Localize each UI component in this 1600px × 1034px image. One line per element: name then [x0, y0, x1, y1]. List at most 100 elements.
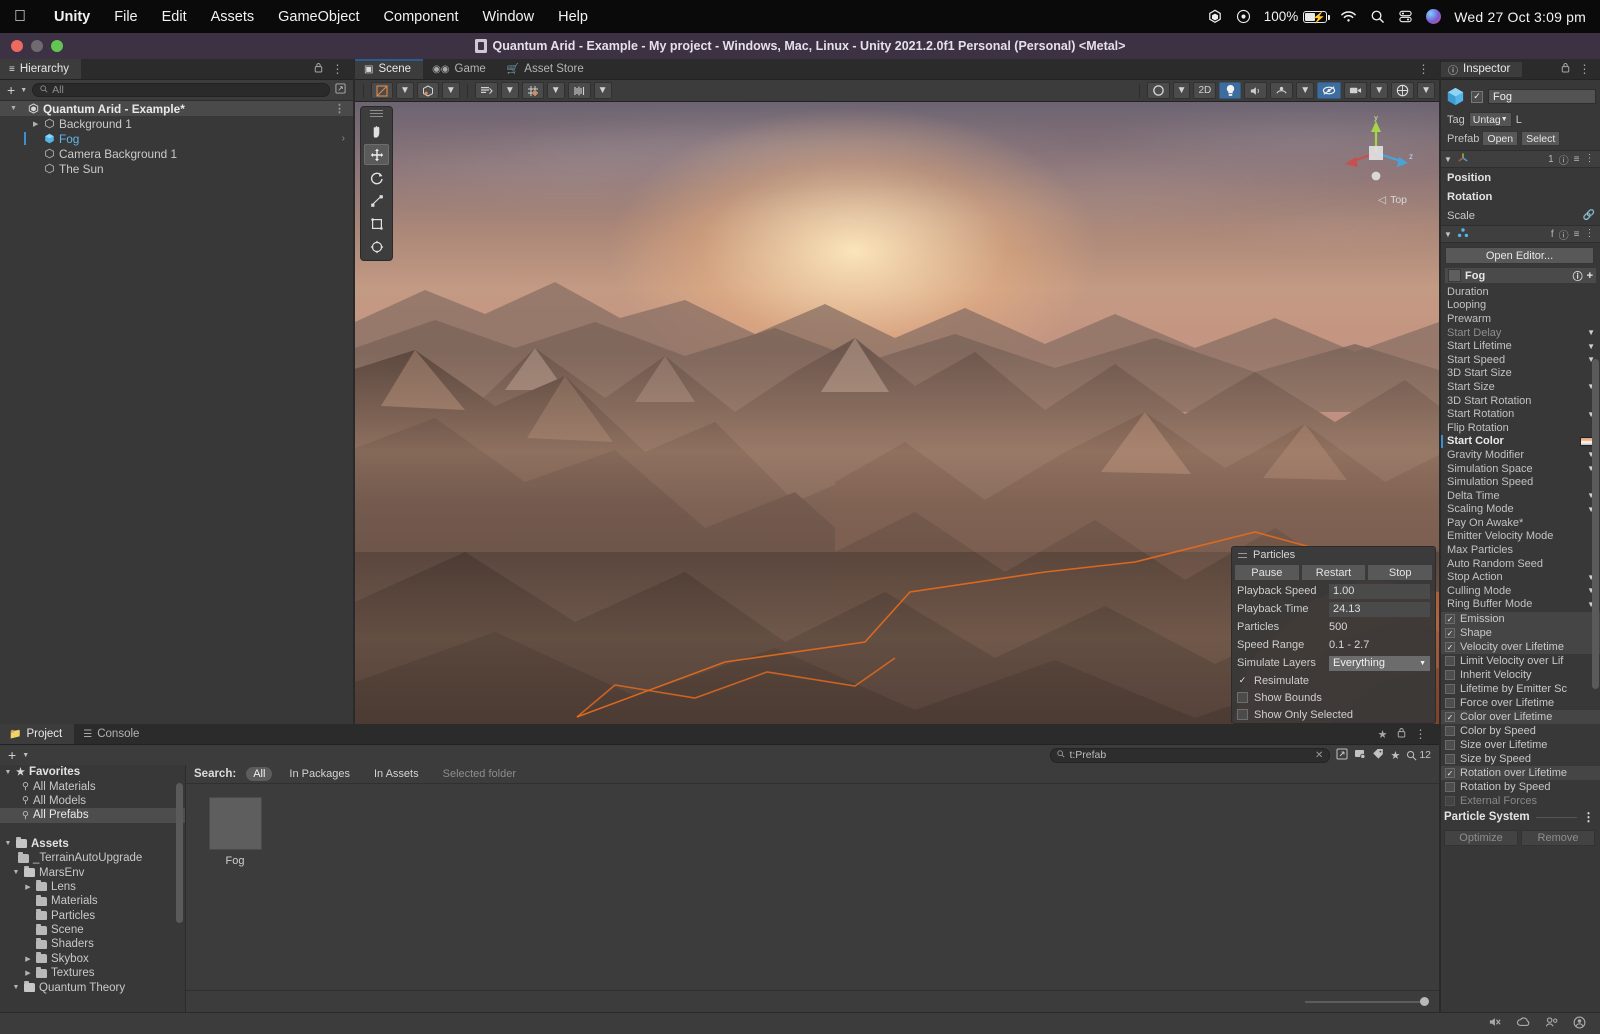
tab-game[interactable]: ◉◉ Game	[423, 59, 498, 79]
toggle-2d-button[interactable]: 2D	[1193, 82, 1217, 99]
star-icon[interactable]: ★	[1390, 749, 1400, 762]
playback-time-input[interactable]: 24.13	[1329, 601, 1430, 617]
hierarchy-item-background-1[interactable]: ▶ Background 1	[0, 116, 353, 131]
drag-handle-icon[interactable]	[1238, 552, 1247, 558]
kebab-menu-icon[interactable]: ⋮	[1583, 811, 1596, 823]
chevron-right-icon[interactable]: ▶	[33, 120, 38, 128]
object-enabled-checkbox[interactable]: ✓	[1471, 90, 1483, 103]
scene-view-orientation-label[interactable]: ◁ Top	[1378, 194, 1407, 206]
inspector-scrollbar[interactable]	[1592, 359, 1599, 689]
tag-dropdown[interactable]: Untagged ▼	[1468, 112, 1512, 127]
chevron-down-icon[interactable]: ▼	[1587, 328, 1598, 337]
draw-mode-dropdown[interactable]: ▼	[441, 82, 460, 99]
property-row-start-color[interactable]: Start Color	[1439, 434, 1600, 449]
property-row-gravity-modifier[interactable]: Gravity Modifier▼	[1439, 448, 1600, 462]
particles-overlay-header[interactable]: Particles	[1232, 547, 1435, 563]
kebab-menu-icon[interactable]: ⋮	[1415, 728, 1428, 740]
drag-handle-icon[interactable]	[370, 110, 383, 117]
pause-button[interactable]: Pause	[1234, 564, 1300, 581]
particle-module-fog-header[interactable]: Fog ⓘ +	[1445, 268, 1596, 283]
gizmos-toggle[interactable]	[1146, 82, 1170, 99]
prefab-select-button[interactable]: Select	[1521, 131, 1561, 146]
menu-component[interactable]: Component	[372, 9, 471, 25]
property-row-start-speed[interactable]: Start Speed ▼	[1439, 353, 1600, 367]
move-tool[interactable]	[364, 144, 389, 165]
property-row-culling-mode[interactable]: Culling Mode▼	[1439, 584, 1600, 598]
scope-selected-folder-button[interactable]: Selected folder	[436, 767, 523, 781]
info-icon[interactable]: ⓘ	[1573, 268, 1583, 283]
property-row-simulation-space[interactable]: Simulation Space▼	[1439, 462, 1600, 476]
module-color-over-lifetime[interactable]: ✓ Color over Lifetime	[1439, 710, 1600, 725]
tree-all-prefabs[interactable]: ⚲ All Prefabs	[0, 808, 185, 823]
property-row-stop-action[interactable]: Stop Action▼	[1439, 570, 1600, 584]
checkbox-icon[interactable]: ✓	[1445, 712, 1455, 723]
tree-shaders[interactable]: Shaders	[0, 937, 185, 951]
add-gameobject-button[interactable]: +	[7, 83, 15, 97]
tree-textures[interactable]: ▶ Textures	[0, 966, 185, 980]
thumbnail-size-slider[interactable]	[1305, 996, 1429, 1006]
property-row-flip-rotation[interactable]: Flip Rotation	[1439, 421, 1600, 435]
tree-scene[interactable]: Scene	[0, 923, 185, 937]
tree-materials[interactable]: Materials	[0, 894, 185, 908]
fx-dropdown[interactable]: ▼	[1296, 82, 1315, 99]
transform-component-header[interactable]: ▼ 1 ⓘ ≡ ⋮	[1439, 150, 1600, 168]
shading-mode-button[interactable]	[371, 82, 393, 99]
tree-terrain-auto-upgrade[interactable]: _TerrainAutoUpgrade	[0, 851, 185, 865]
scene-visibility-dropdown[interactable]: ▼	[500, 82, 519, 99]
save-search-icon[interactable]	[1336, 748, 1348, 763]
panel-divider-scene-inspector[interactable]	[1439, 59, 1441, 1012]
hierarchy-search-input[interactable]: All	[32, 83, 330, 97]
tab-hierarchy[interactable]: ≡ Hierarchy	[0, 59, 82, 79]
menu-window[interactable]: Window	[471, 9, 547, 25]
project-tree-scrollbar[interactable]	[176, 783, 183, 923]
menu-help[interactable]: Help	[546, 9, 600, 25]
chevron-right-icon[interactable]: ▶	[24, 883, 32, 891]
menu-assets[interactable]: Assets	[199, 9, 267, 25]
chevron-down-icon[interactable]: ▼	[1444, 230, 1452, 239]
apple-icon[interactable]: 	[14, 8, 26, 25]
chevron-down-icon[interactable]: ▼	[10, 105, 17, 112]
preset-icon[interactable]: ≡	[1574, 154, 1580, 165]
tab-console[interactable]: ☰ Console	[74, 724, 152, 744]
particle-system-component-header[interactable]: ▼ f ⓘ ≡ ⋮	[1439, 225, 1600, 243]
control-center-icon[interactable]	[1398, 9, 1413, 24]
kebab-menu-icon[interactable]: ⋮	[332, 63, 345, 75]
property-row-ring-buffer-mode[interactable]: Ring Buffer Mode▼	[1439, 598, 1600, 612]
audio-toggle[interactable]	[1244, 82, 1268, 99]
property-row-duration[interactable]: Duration	[1439, 285, 1600, 299]
scope-in-assets-button[interactable]: In Assets	[367, 767, 426, 781]
hierarchy-item-fog[interactable]: Fog ›	[0, 131, 353, 146]
hierarchy-item-scene[interactable]: ▼ Quantum Arid - Example* ⋮	[0, 101, 353, 116]
kebab-menu-icon[interactable]: ⋮	[1585, 154, 1596, 164]
hierarchy-expand-icon[interactable]	[335, 81, 346, 99]
restart-button[interactable]: Restart	[1300, 564, 1367, 581]
property-row-scaling-mode[interactable]: Scaling Mode▼	[1439, 503, 1600, 517]
cloud-icon[interactable]	[1516, 1016, 1531, 1031]
remove-button[interactable]: Remove	[1521, 830, 1595, 847]
tree-favorites[interactable]: ▼ ★ Favorites	[0, 765, 185, 779]
hidden-objects-toggle[interactable]	[1317, 82, 1342, 99]
chevron-down-icon[interactable]: ▼	[12, 869, 20, 876]
fx-toggle[interactable]	[1270, 82, 1294, 99]
property-row-start-size[interactable]: Start Size▼	[1439, 380, 1600, 394]
prefab-open-button[interactable]: Open	[1482, 131, 1519, 146]
mute-audio-icon[interactable]	[1488, 1016, 1502, 1031]
draw-mode-button[interactable]	[416, 82, 439, 99]
help-icon[interactable]: ⓘ	[1559, 227, 1569, 242]
chevron-right-icon[interactable]: ▶	[24, 955, 32, 963]
scope-in-packages-button[interactable]: In Packages	[282, 767, 357, 781]
scene-orientation-gizmo[interactable]: y z	[1339, 113, 1413, 190]
property-row-emitter-velocity-mode[interactable]: Emitter Velocity Mode	[1439, 530, 1600, 544]
property-row-looping[interactable]: Looping	[1439, 299, 1600, 313]
menu-file[interactable]: File	[102, 9, 149, 25]
account-icon[interactable]	[1573, 1016, 1586, 1032]
module-external-forces[interactable]: External Forces	[1439, 794, 1600, 808]
scene-overlay-dropdown[interactable]: ▼	[1417, 82, 1435, 99]
chevron-down-icon[interactable]: ▼	[1444, 155, 1452, 164]
tab-scene[interactable]: ▣ Scene	[355, 59, 424, 79]
playback-speed-input[interactable]: 1.00	[1329, 583, 1430, 599]
tree-all-materials[interactable]: ⚲ All Materials	[0, 779, 185, 793]
clear-x-icon[interactable]: ✕	[1315, 750, 1323, 761]
scene-gizmo-button[interactable]	[1391, 82, 1415, 99]
chevron-down-icon[interactable]: ▼	[4, 769, 12, 776]
